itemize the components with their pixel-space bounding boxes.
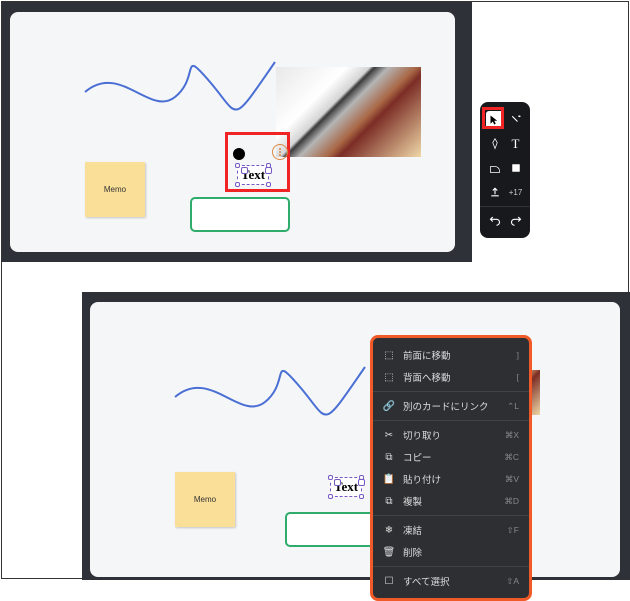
menu-item-icon: 🔗 bbox=[383, 401, 395, 412]
context-menu-item[interactable]: ✂ 切り取り ⌘X bbox=[373, 424, 529, 446]
upload-tool[interactable] bbox=[486, 183, 504, 201]
sticky-label: Memo bbox=[194, 495, 216, 504]
menu-item-icon: ❄ bbox=[383, 525, 395, 536]
menu-item-label: 削除 bbox=[403, 545, 511, 559]
menu-item-label: 貼り付け bbox=[403, 472, 497, 486]
text-node-selected[interactable]: Text bbox=[330, 477, 362, 497]
menu-item-label: コピー bbox=[403, 450, 496, 464]
menu-item-shortcut: ⌘X bbox=[505, 430, 519, 441]
menu-item-icon: ⬚ bbox=[383, 372, 395, 383]
menu-item-icon: 📋 bbox=[383, 474, 395, 485]
menu-item-label: 切り取り bbox=[403, 428, 497, 442]
more-options-icon[interactable] bbox=[272, 144, 288, 160]
menu-item-shortcut: ⌘D bbox=[504, 496, 519, 507]
menu-item-label: 背面へ移動 bbox=[403, 370, 509, 384]
menu-item-label: 凍結 bbox=[403, 523, 499, 537]
context-menu-item[interactable]: 🗑 削除 bbox=[373, 541, 529, 563]
menu-item-icon: ⬚ bbox=[383, 350, 395, 361]
context-menu-item[interactable]: 📋 貼り付け ⌘V bbox=[373, 468, 529, 490]
menu-item-icon: 🗑 bbox=[383, 547, 395, 558]
menu-item-icon: ☐ bbox=[383, 576, 395, 587]
menu-item-label: すべて選択 bbox=[403, 574, 498, 588]
context-menu-item[interactable]: ❄ 凍結 ⇧F bbox=[373, 519, 529, 541]
canvas[interactable]: Memo Text ⬚ 前面に移動] ⬚ 背面へ移動 [ 🔗 別のカードにリンク ⌃L ✂ 切り取… bbox=[90, 302, 620, 577]
context-menu: ⬚ 前面に移動] ⬚ 背面へ移動 [ 🔗 別のカードにリンク ⌃L ✂ 切り取り ⌘X ⧉ コピー ⌘C 📋… bbox=[370, 335, 532, 601]
menu-item-icon: ⧉ bbox=[383, 452, 395, 463]
canvas[interactable]: Memo Text bbox=[10, 12, 455, 252]
context-menu-item[interactable]: ⧉ 複製 ⌘D bbox=[373, 490, 529, 512]
menu-item-shortcut: ⌃L bbox=[507, 401, 519, 412]
menu-item-shortcut: ] bbox=[517, 350, 519, 360]
undo-button[interactable] bbox=[486, 211, 504, 229]
context-menu-item[interactable]: ⬚ 背面へ移動 [ bbox=[373, 366, 529, 388]
sticky-note[interactable]: Memo bbox=[85, 162, 145, 217]
menu-item-icon: ⧉ bbox=[383, 496, 395, 507]
sticky-label: Memo bbox=[104, 185, 126, 194]
text-tool[interactable]: T bbox=[507, 135, 525, 153]
shape-rect[interactable] bbox=[190, 197, 290, 232]
pen-tool[interactable] bbox=[486, 135, 504, 153]
menu-item-label: 前面に移動 bbox=[403, 348, 509, 362]
magic-tool[interactable] bbox=[507, 111, 525, 129]
text-node-content: Text bbox=[334, 479, 358, 494]
photo-object[interactable] bbox=[276, 67, 421, 157]
menu-item-shortcut: ⇧F bbox=[507, 525, 519, 536]
menu-item-shortcut: ⌘V bbox=[505, 474, 519, 485]
app-panel-top: Memo Text bbox=[2, 2, 472, 262]
text-node-selected[interactable]: Text bbox=[237, 165, 269, 185]
context-menu-item[interactable]: ⧉ コピー ⌘C bbox=[373, 446, 529, 468]
toolbar: T +17 bbox=[480, 102, 530, 238]
menu-item-label: 別のカードにリンク bbox=[403, 399, 499, 413]
dot-object[interactable] bbox=[233, 148, 245, 160]
menu-item-label: 複製 bbox=[403, 494, 496, 508]
context-menu-item[interactable]: 🔗 別のカードにリンク ⌃L bbox=[373, 395, 529, 417]
plus-count[interactable]: +17 bbox=[507, 183, 525, 201]
menu-item-icon: ✂ bbox=[383, 430, 395, 441]
shape-tool[interactable] bbox=[486, 159, 504, 177]
text-node-content: Text bbox=[241, 167, 265, 182]
redo-button[interactable] bbox=[507, 211, 525, 229]
sticky-note[interactable]: Memo bbox=[175, 472, 235, 527]
square-tool[interactable] bbox=[507, 159, 525, 177]
context-menu-item[interactable]: ☐ すべて選択 ⇧A bbox=[373, 570, 529, 592]
menu-item-shortcut: [ bbox=[517, 372, 519, 382]
cursor-tool[interactable] bbox=[486, 111, 504, 129]
menu-item-shortcut: ⌘C bbox=[504, 452, 519, 463]
menu-item-shortcut: ⇧A bbox=[506, 576, 519, 587]
app-panel-bottom: Memo Text ⬚ 前面に移動] ⬚ 背面へ移動 [ 🔗 別のカードにリンク ⌃L ✂ 切り取… bbox=[82, 292, 630, 580]
context-menu-item[interactable]: ⬚ 前面に移動] bbox=[373, 344, 529, 366]
